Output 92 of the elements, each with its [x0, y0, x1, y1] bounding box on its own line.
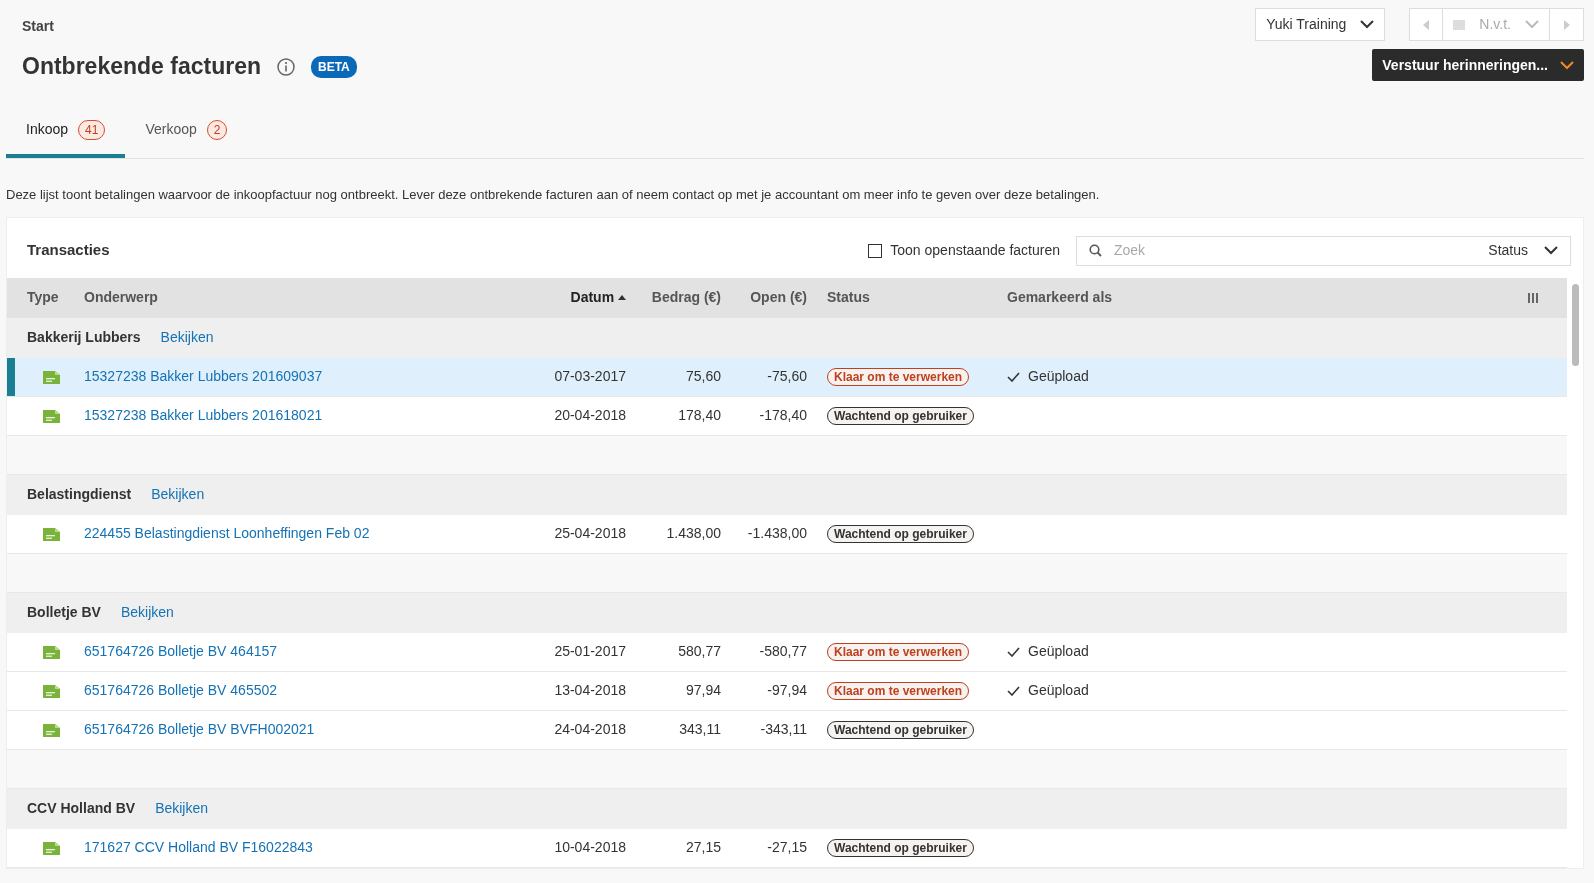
checkmark-icon [1007, 685, 1020, 696]
column-header: Bedrag (€) [650, 288, 721, 307]
group-name: Bolletje BV [27, 603, 101, 622]
beta-badge: BETA [311, 55, 357, 78]
open-amount-cell-text: -178,40 [758, 406, 807, 425]
marked-label: Geüpload [1028, 367, 1089, 386]
amount-cell-text: 580,77 [677, 642, 721, 661]
page-title: Ontbrekende facturen [22, 53, 261, 81]
open-amount-cell-text: -27,15 [766, 838, 807, 857]
date-cell-text: 24-04-2018 [553, 720, 626, 739]
status-badge: Klaar om te verwerken [827, 643, 970, 661]
document-icon [43, 370, 60, 384]
company-select[interactable]: Yuki Training [1255, 8, 1386, 41]
date-cell-text: 25-01-2017 [553, 642, 626, 661]
chevron-down-icon [1525, 20, 1539, 29]
date-cell-text: 20-04-2018 [553, 406, 626, 425]
column-header: Type [27, 288, 60, 307]
status-badge: Wachtend op gebruiker [827, 525, 974, 543]
breadcrumb-link[interactable]: Start [22, 0, 357, 37]
open-amount-cell-text: -580,77 [758, 642, 807, 661]
column-header: Open (€) [749, 288, 807, 307]
chevron-down-icon [1544, 246, 1558, 255]
date-cell-text: 25-04-2018 [553, 524, 626, 543]
date-cell-text: 10-04-2018 [553, 838, 626, 857]
amount-cell-text: 343,11 [678, 720, 721, 739]
view-link[interactable]: Bekijken [151, 484, 205, 505]
search-field[interactable]: Zoek Status [1076, 235, 1571, 266]
invoice-link[interactable]: 651764726 Bolletje BV BVFH002021 [84, 721, 315, 737]
open-amount-cell-text: -1.438,00 [746, 524, 807, 543]
open-amount-cell-text: -343,11 [759, 720, 807, 739]
checkmark-icon [1007, 371, 1020, 382]
status-badge: Wachtend op gebruiker [827, 407, 974, 425]
amount-cell-text: 27,15 [684, 838, 721, 857]
chevron-down-icon [1360, 20, 1375, 29]
count-badge: 41 [78, 119, 106, 140]
checkmark-icon [1007, 646, 1020, 657]
tab[interactable]: Inkoop 41 [6, 107, 126, 158]
view-link[interactable]: Bekijken [120, 602, 174, 623]
marked-label: Geüpload [1028, 681, 1089, 700]
invoice-link[interactable]: 651764726 Bolletje BV 465502 [84, 682, 278, 698]
description-text: Deze lijst toont betalingen waarvoor de inkoopfactuur nog ontbreekt. Lever deze ontbrekende facturen aan of neem contact op met je accountant om meer info te geven over deze betalingen. [6, 186, 1101, 204]
status-badge: Wachtend op gebruiker [827, 839, 974, 857]
view-link[interactable]: Bekijken [160, 327, 214, 348]
document-icon [43, 723, 60, 737]
invoice-link[interactable]: 15327238 Bakker Lubbers 201618021 [84, 407, 323, 423]
amount-cell-text: 75,60 [684, 367, 721, 386]
tab[interactable]: Verkoop 2 [125, 107, 248, 158]
marked-label: Geüpload [1028, 642, 1089, 661]
status-badge: Klaar om te verwerken [827, 368, 970, 386]
view-link[interactable]: Bekijken [155, 798, 209, 819]
status-badge: Klaar om te verwerken [827, 682, 970, 700]
column-header: Status [826, 288, 871, 307]
scrollbar-thumb[interactable] [1571, 283, 1579, 366]
status-badge: Wachtend op gebruiker [827, 721, 974, 739]
column-header: Gemarkeerd als [1006, 288, 1114, 307]
document-icon [43, 645, 60, 659]
amount-cell-text: 1.438,00 [665, 524, 721, 543]
invoice-link[interactable]: 15327238 Bakker Lubbers 201609037 [84, 368, 323, 384]
group-name: CCV Holland BV [27, 799, 136, 818]
document-icon [43, 409, 60, 423]
triangle-left-icon [1422, 18, 1431, 31]
info-icon[interactable] [277, 57, 295, 76]
columns-icon[interactable] [1527, 292, 1539, 305]
date-cell-text: 07-03-2017 [553, 367, 626, 386]
sort-icon [618, 294, 626, 303]
panel-title: Transacties [27, 240, 111, 261]
table-row[interactable]: 15327238 Bakker Lubbers 201609037 07-03-2017 75,60 -75,60 Klaar om te verwerken Geüpload [7, 357, 1567, 397]
group-name: Bakkerij Lubbers [27, 328, 141, 347]
document-icon [43, 684, 60, 698]
document-icon [43, 841, 60, 855]
search-icon [1089, 244, 1102, 257]
amount-cell-text: 97,94 [684, 681, 721, 700]
count-badge: 2 [206, 119, 228, 140]
group-name: Belastingdienst [27, 485, 132, 504]
checkbox[interactable] [868, 243, 883, 258]
column-header: Onderwerp [84, 288, 159, 307]
invoice-link[interactable]: 224455 Belastingdienst Loonheffingen Feb 02 [84, 525, 370, 541]
selection-indicator [7, 357, 15, 396]
invoice-link[interactable]: 171627 CCV Holland BV F16022843 [84, 839, 313, 855]
open-amount-cell-text: -97,94 [766, 681, 807, 700]
checkbox-label[interactable]: Toon openstaande facturen [890, 240, 1060, 261]
date-cell-text: 13-04-2018 [553, 681, 626, 700]
send-reminders-button[interactable]: Verstuur herinneringen... [1372, 49, 1584, 81]
column-header[interactable]: Datum [531, 287, 626, 308]
status-filter[interactable]: Status [1488, 240, 1558, 261]
triangle-right-icon [1562, 18, 1571, 31]
chevron-down-icon [1560, 60, 1574, 70]
amount-cell-text: 178,40 [677, 406, 721, 425]
calendar-icon [1453, 19, 1466, 30]
open-amount-cell-text: -75,60 [766, 367, 807, 386]
invoice-link[interactable]: 651764726 Bolletje BV 464157 [84, 643, 278, 659]
document-icon [43, 527, 60, 541]
